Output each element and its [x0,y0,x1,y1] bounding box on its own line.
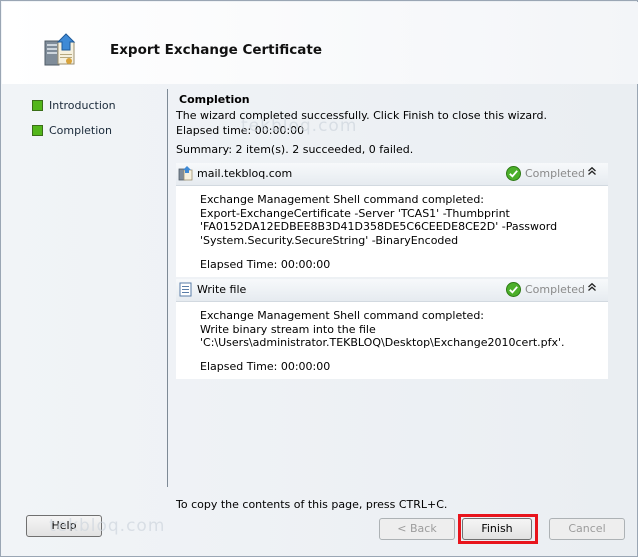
step-completion: Completion [32,121,112,139]
document-task-icon [178,282,193,297]
green-check-icon [506,282,521,297]
completion-message: The wizard completed successfully. Click… [176,109,547,122]
output-line: Export-ExchangeCertificate -Server 'TCAS… [200,206,510,220]
green-square-icon [32,124,43,136]
task-item: Write file Completed Exchange Management… [176,279,608,379]
sidebar-divider [167,89,168,487]
task-header: mail.tekbloq.com Completed [176,163,608,186]
summary-text: Summary: 2 item(s). 2 succeeded, 0 faile… [176,143,414,156]
task-name: mail.tekbloq.com [197,167,293,180]
finish-button[interactable]: Finish [462,518,532,540]
green-check-icon [506,166,521,181]
wizard-header: Export Exchange Certificate [2,2,638,84]
export-certificate-wizard-icon [42,32,82,68]
output-line: 'C:\Users\administrator.TEKBLOQ\Desktop\… [200,336,565,349]
task-elapsed-time: Elapsed Time: 00:00:00 [200,258,331,271]
output-line: 'System.Security.SecureString' -BinaryEn… [200,233,459,247]
copy-hint: To copy the contents of this page, press… [176,498,448,511]
watermark: tekbloq.com [241,116,358,136]
wizard-title: Export Exchange Certificate [110,42,322,58]
cancel-button[interactable]: Cancel [549,518,625,540]
output-line: 'FA0152DA12EDBEE8B3D41D358DE5C6CEEDE8CE2… [200,220,558,233]
collapse-chevron-icon[interactable] [584,166,600,181]
output-line: Write binary stream into the file [200,322,376,336]
task-elapsed-time: Elapsed Time: 00:00:00 [200,360,331,373]
task-output: Exchange Management Shell command comple… [200,193,557,247]
step-label: Completion [49,123,113,137]
task-status: Completed [525,167,585,180]
output-line: Exchange Management Shell command comple… [200,193,485,206]
task-header: Write file Completed [176,279,608,302]
task-name: Write file [197,283,247,296]
task-output: Exchange Management Shell command comple… [200,309,565,350]
task-item: mail.tekbloq.com Completed Exchange Mana… [176,163,608,277]
watermark: tekbloq.com [49,516,166,536]
wizard-window: Export Exchange Certificate Introduction… [0,0,638,557]
step-label: Introduction [49,98,116,112]
certificate-task-icon [178,166,193,181]
task-status: Completed [525,283,585,296]
step-introduction: Introduction [32,96,116,114]
collapse-chevron-icon[interactable] [584,282,600,297]
back-button[interactable]: < Back [379,518,455,540]
green-square-icon [32,99,43,111]
page-heading: Completion [179,93,250,106]
output-line: Exchange Management Shell command comple… [200,309,485,322]
